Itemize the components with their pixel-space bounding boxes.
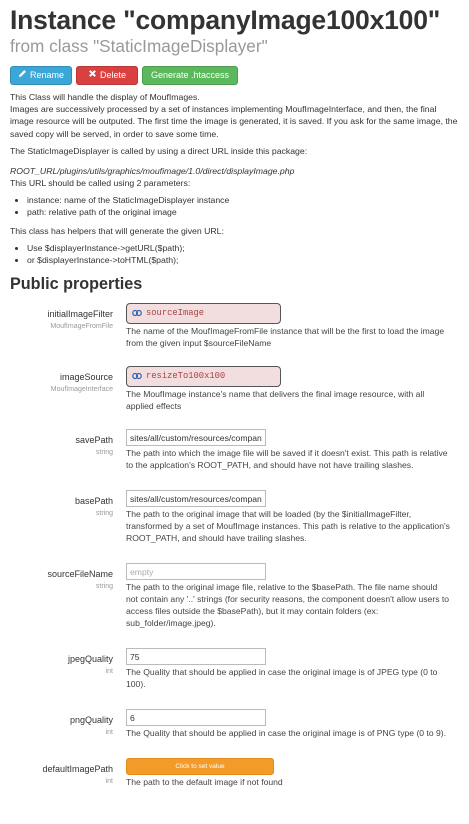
property-defaultImagePath: defaultImagePath int Click to set value …: [10, 758, 459, 788]
toolbar: Rename Delete Generate .htaccess: [10, 66, 459, 85]
property-description: The MoufImage instance's name that deliv…: [126, 389, 425, 412]
link-icon: [132, 371, 142, 383]
property-description: The path into which the image file will …: [126, 448, 448, 471]
property-imageSource: imageSource MoufImageInterface resizeTo1…: [10, 366, 459, 412]
instance-value: sourceImage: [146, 308, 205, 319]
properties-heading: Public properties: [10, 275, 143, 294]
property-label: sourceFileName string: [10, 563, 126, 592]
property-name: defaultImagePath: [42, 764, 113, 775]
property-body: The path into which the image file will …: [126, 429, 459, 471]
link-icon: [132, 308, 142, 320]
list-item: path: relative path of the original imag…: [27, 206, 459, 218]
property-description: The name of the MoufImageFromFile instan…: [126, 326, 445, 349]
property-type: string: [95, 449, 113, 457]
property-description: The path to the default image if not fou…: [126, 777, 283, 788]
property-name: initialImageFilter: [47, 309, 113, 320]
list-item: instance: name of the StaticImageDisplay…: [27, 194, 459, 206]
description-paragraph: This URL should be called using 2 parame…: [10, 178, 191, 189]
property-body: The path to the original image that will…: [126, 490, 459, 544]
params-list: instance: name of the StaticImageDisplay…: [10, 194, 459, 218]
page: Instance "companyImage100x100" from clas…: [0, 0, 469, 788]
set-value-button[interactable]: Click to set value: [126, 758, 274, 776]
property-name: imageSource: [59, 372, 113, 383]
property-description: The Quality that should be applied in ca…: [126, 728, 447, 739]
property-pngQuality: pngQuality int The Quality that should b…: [10, 709, 459, 739]
property-basePath: basePath string The path to the original…: [10, 490, 459, 544]
property-name: jpegQuality: [67, 654, 113, 665]
property-savePath: savePath string The path into which the …: [10, 429, 459, 471]
property-jpegQuality: jpegQuality int The Quality that should …: [10, 648, 459, 690]
property-type: MoufImageInterface: [50, 386, 113, 394]
generate-label: Generate .htaccess: [150, 70, 230, 81]
property-body: sourceImage The name of the MoufImageFro…: [126, 303, 459, 349]
description-paragraph: This class has helpers that will generat…: [10, 225, 224, 236]
property-body: resizeTo100x100 The MoufImage instance's…: [126, 366, 459, 412]
property-sourceFileName: sourceFileName string The path to the or…: [10, 563, 459, 629]
property-label: savePath string: [10, 429, 126, 458]
property-type: string: [95, 510, 113, 518]
property-type: int: [105, 778, 113, 786]
delete-button[interactable]: Delete: [76, 66, 138, 85]
property-body: The Quality that should be applied in ca…: [126, 648, 459, 690]
direct-url: ROOT_URL/plugins/utils/graphics/moufimag…: [10, 165, 295, 176]
property-body: Click to set value The path to the defau…: [126, 758, 459, 788]
list-item: Use $displayerInstance->getURL($path);: [27, 242, 459, 254]
property-name: pngQuality: [69, 715, 113, 726]
property-type: MoufImageFromFile: [50, 323, 113, 331]
property-label: jpegQuality int: [10, 648, 126, 677]
property-description: The Quality that should be applied in ca…: [126, 667, 438, 690]
property-label: basePath string: [10, 490, 126, 519]
close-icon: [88, 69, 97, 82]
property-type: int: [105, 668, 113, 676]
property-body: The path to the original image file, rel…: [126, 563, 459, 629]
description-line: This Class will handle the display of Mo…: [10, 92, 200, 102]
instance-selector[interactable]: sourceImage: [126, 303, 281, 325]
list-item: or $displayerInstance->toHTML($path);: [27, 254, 459, 266]
page-subtitle: from class "StaticImageDisplayer": [10, 36, 268, 56]
property-body: The Quality that should be applied in ca…: [126, 709, 459, 739]
delete-label: Delete: [99, 70, 126, 81]
page-title: Instance "companyImage100x100": [10, 5, 441, 35]
property-label: initialImageFilter MoufImageFromFile: [10, 303, 126, 332]
png-quality-input[interactable]: [126, 709, 266, 727]
url-block: ROOT_URL/plugins/utils/graphics/moufimag…: [10, 165, 459, 189]
save-path-input[interactable]: [126, 429, 266, 447]
generate-htaccess-button[interactable]: Generate .htaccess: [142, 66, 238, 85]
pencil-icon: [18, 69, 27, 82]
base-path-input[interactable]: [126, 490, 266, 508]
property-label: imageSource MoufImageInterface: [10, 366, 126, 395]
property-type: int: [105, 729, 113, 737]
class-description: This Class will handle the display of Mo…: [10, 91, 459, 266]
helpers-list: Use $displayerInstance->getURL($path); o…: [10, 242, 459, 266]
instance-selector[interactable]: resizeTo100x100: [126, 366, 281, 388]
property-initialImageFilter: initialImageFilter MoufImageFromFile sou…: [10, 303, 459, 349]
property-name: basePath: [74, 496, 113, 507]
instance-value: resizeTo100x100: [146, 371, 226, 382]
property-name: sourceFileName: [47, 569, 113, 580]
description-paragraph: This Class will handle the display of Mo…: [10, 91, 459, 140]
rename-button[interactable]: Rename: [10, 66, 72, 85]
description-line: Images are successively processed by a s…: [10, 104, 458, 139]
source-file-name-input[interactable]: [126, 563, 266, 581]
description-paragraph: The StaticImageDisplayer is called by us…: [10, 145, 308, 156]
rename-label: Rename: [29, 70, 65, 81]
jpeg-quality-input[interactable]: [126, 648, 266, 666]
property-label: defaultImagePath int: [10, 758, 126, 787]
property-description: The path to the original image file, rel…: [126, 582, 450, 629]
property-label: pngQuality int: [10, 709, 126, 738]
property-type: string: [95, 583, 113, 591]
property-name: savePath: [75, 435, 113, 446]
property-description: The path to the original image that will…: [126, 509, 450, 544]
